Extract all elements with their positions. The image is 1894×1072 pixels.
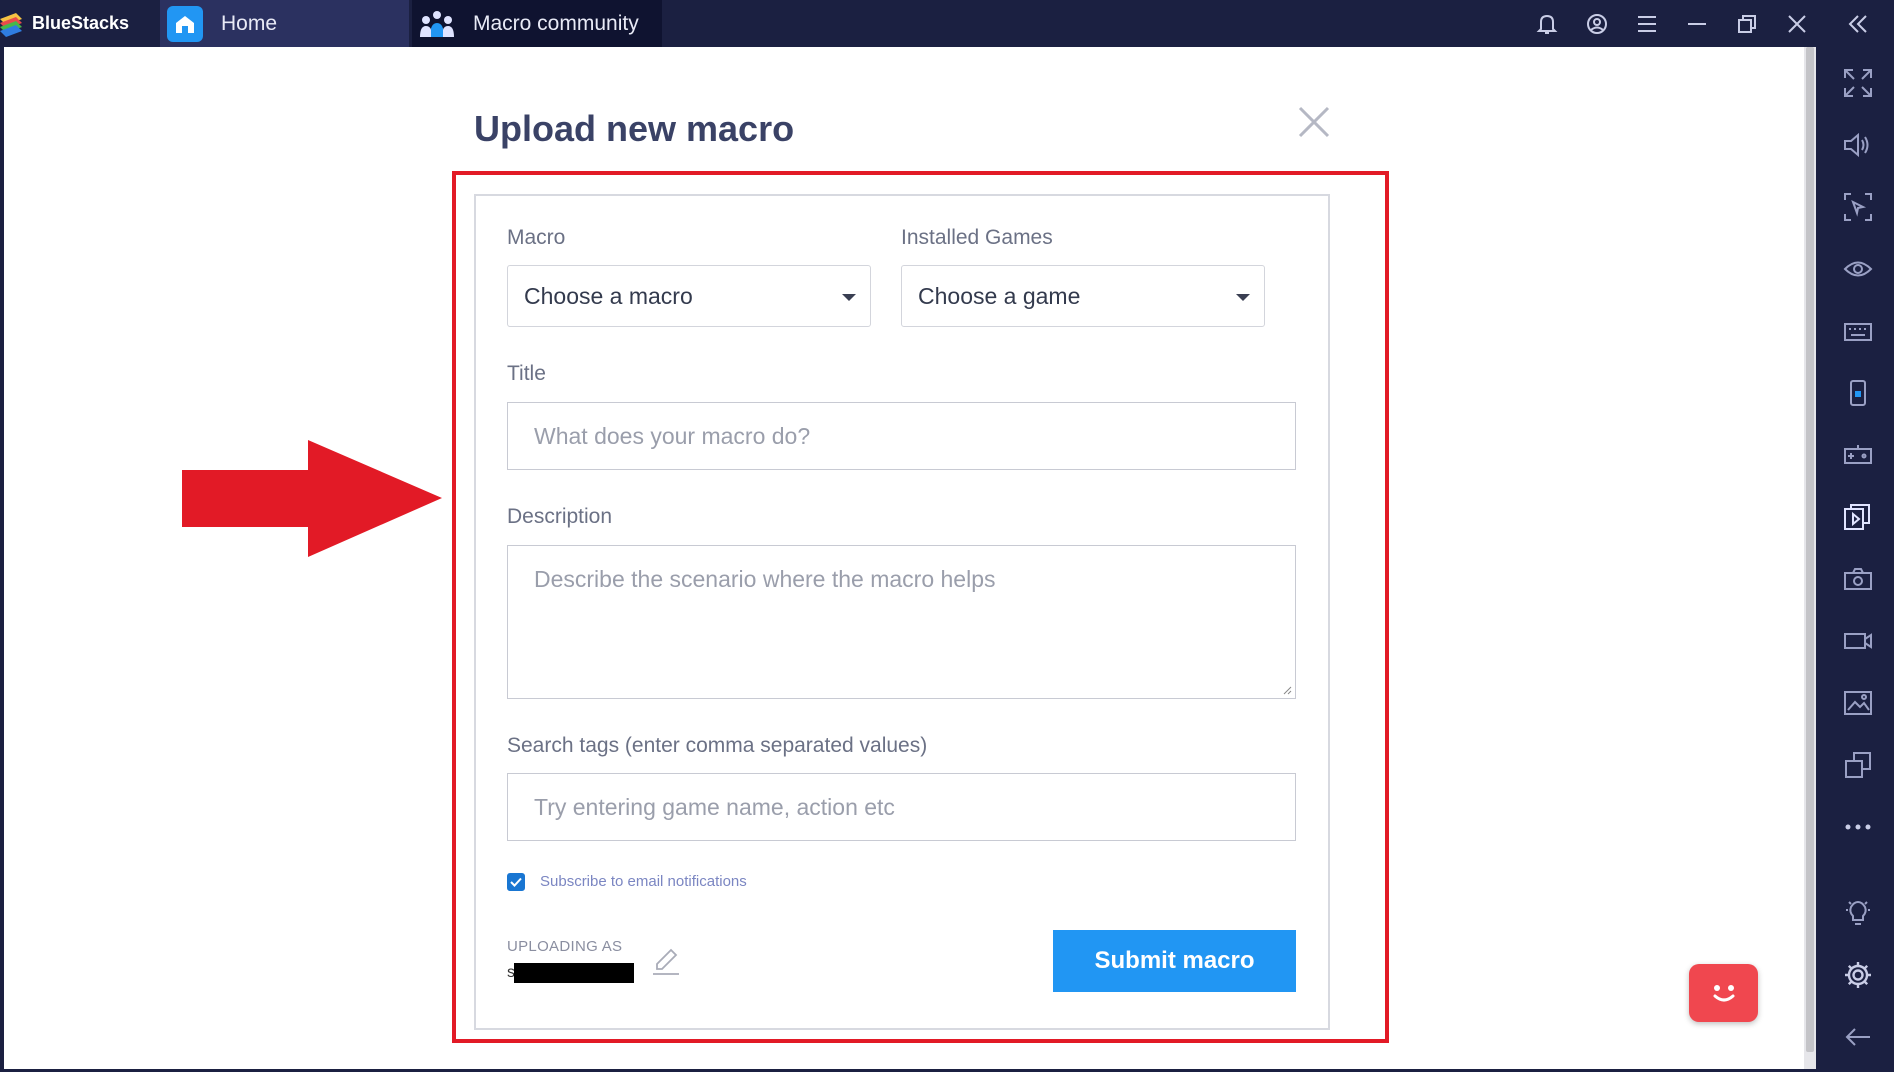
volume-icon[interactable] (1838, 125, 1878, 165)
title-input[interactable]: What does your macro do? (507, 402, 1296, 470)
back-icon[interactable] (1838, 1017, 1878, 1057)
right-sidebar (1822, 47, 1894, 1072)
description-textarea[interactable]: Describe the scenario where the macro he… (507, 545, 1296, 699)
bluestacks-logo-icon (0, 12, 22, 37)
subscribe-checkbox[interactable] (507, 873, 525, 891)
restore-icon[interactable] (1722, 0, 1772, 47)
macro-select-value: Choose a macro (524, 282, 693, 309)
close-window-icon[interactable] (1772, 0, 1822, 47)
account-icon[interactable] (1572, 0, 1622, 47)
smiley-face-icon (1713, 985, 1734, 1002)
app-name: BlueStacks (32, 13, 130, 33)
uploading-as-label: UPLOADING AS (507, 938, 623, 955)
tab-home-label: Home (221, 11, 278, 35)
phone-icon[interactable] (1838, 373, 1878, 413)
window-controls (1522, 0, 1894, 47)
resize-grip-icon[interactable] (1282, 685, 1292, 695)
game-select-value: Choose a game (918, 282, 1081, 309)
keyboard-icon[interactable] (1838, 311, 1878, 351)
title-label: Title (507, 362, 546, 385)
pointer-icon[interactable] (1838, 187, 1878, 227)
tab-home[interactable]: Home (160, 0, 409, 47)
menu-icon[interactable] (1622, 0, 1672, 47)
dialog-title: Upload new macro (474, 108, 795, 149)
subscribe-label: Subscribe to email notifications (540, 873, 747, 890)
notification-bell-icon[interactable] (1522, 0, 1572, 47)
home-icon (167, 5, 203, 42)
chevron-down-icon (1236, 294, 1250, 301)
community-icon (419, 6, 455, 42)
brand: BlueStacks (0, 0, 129, 47)
settings-icon[interactable] (1838, 955, 1878, 995)
bulb-icon[interactable] (1838, 893, 1878, 933)
chevron-down-icon (842, 294, 856, 301)
collapse-sidebar-icon[interactable] (1822, 0, 1894, 47)
scrollbar-thumb[interactable] (1806, 47, 1814, 1052)
close-icon[interactable] (1296, 104, 1332, 140)
gamepad-icon[interactable] (1838, 435, 1878, 475)
title-bar: BlueStacks Home Macro community (0, 0, 1894, 47)
gallery-icon[interactable] (1838, 683, 1878, 723)
installed-games-label: Installed Games (901, 226, 1053, 249)
chat-widget-button[interactable] (1689, 964, 1758, 1022)
fullscreen-icon[interactable] (1838, 63, 1878, 103)
submit-macro-button[interactable]: Submit macro (1053, 930, 1296, 992)
tab-macro-community[interactable]: Macro community (412, 0, 662, 47)
search-tags-label: Search tags (enter comma separated value… (507, 734, 928, 757)
redaction-bar (514, 963, 634, 983)
annotation-arrow-icon (182, 440, 442, 557)
search-tags-input[interactable]: Try entering game name, action etc (507, 773, 1296, 841)
tab-macro-community-label: Macro community (473, 11, 639, 35)
video-icon[interactable] (1838, 621, 1878, 661)
more-icon[interactable] (1838, 807, 1878, 847)
game-select[interactable]: Choose a game (901, 265, 1265, 327)
search-tags-placeholder: Try entering game name, action etc (534, 793, 895, 820)
edit-pencil-icon[interactable] (651, 947, 681, 977)
description-placeholder: Describe the scenario where the macro he… (534, 566, 996, 592)
minimize-icon[interactable] (1672, 0, 1722, 47)
scrollbar[interactable] (1804, 47, 1816, 1069)
macro-label: Macro (507, 226, 566, 249)
title-input-placeholder: What does your macro do? (534, 422, 811, 449)
eye-icon[interactable] (1838, 249, 1878, 289)
checkmark-icon (510, 877, 522, 887)
multi-instance-icon[interactable] (1838, 745, 1878, 785)
description-label: Description (507, 505, 613, 528)
camera-icon[interactable] (1838, 559, 1878, 599)
macro-select[interactable]: Choose a macro (507, 265, 871, 327)
macro-icon[interactable] (1838, 497, 1878, 537)
